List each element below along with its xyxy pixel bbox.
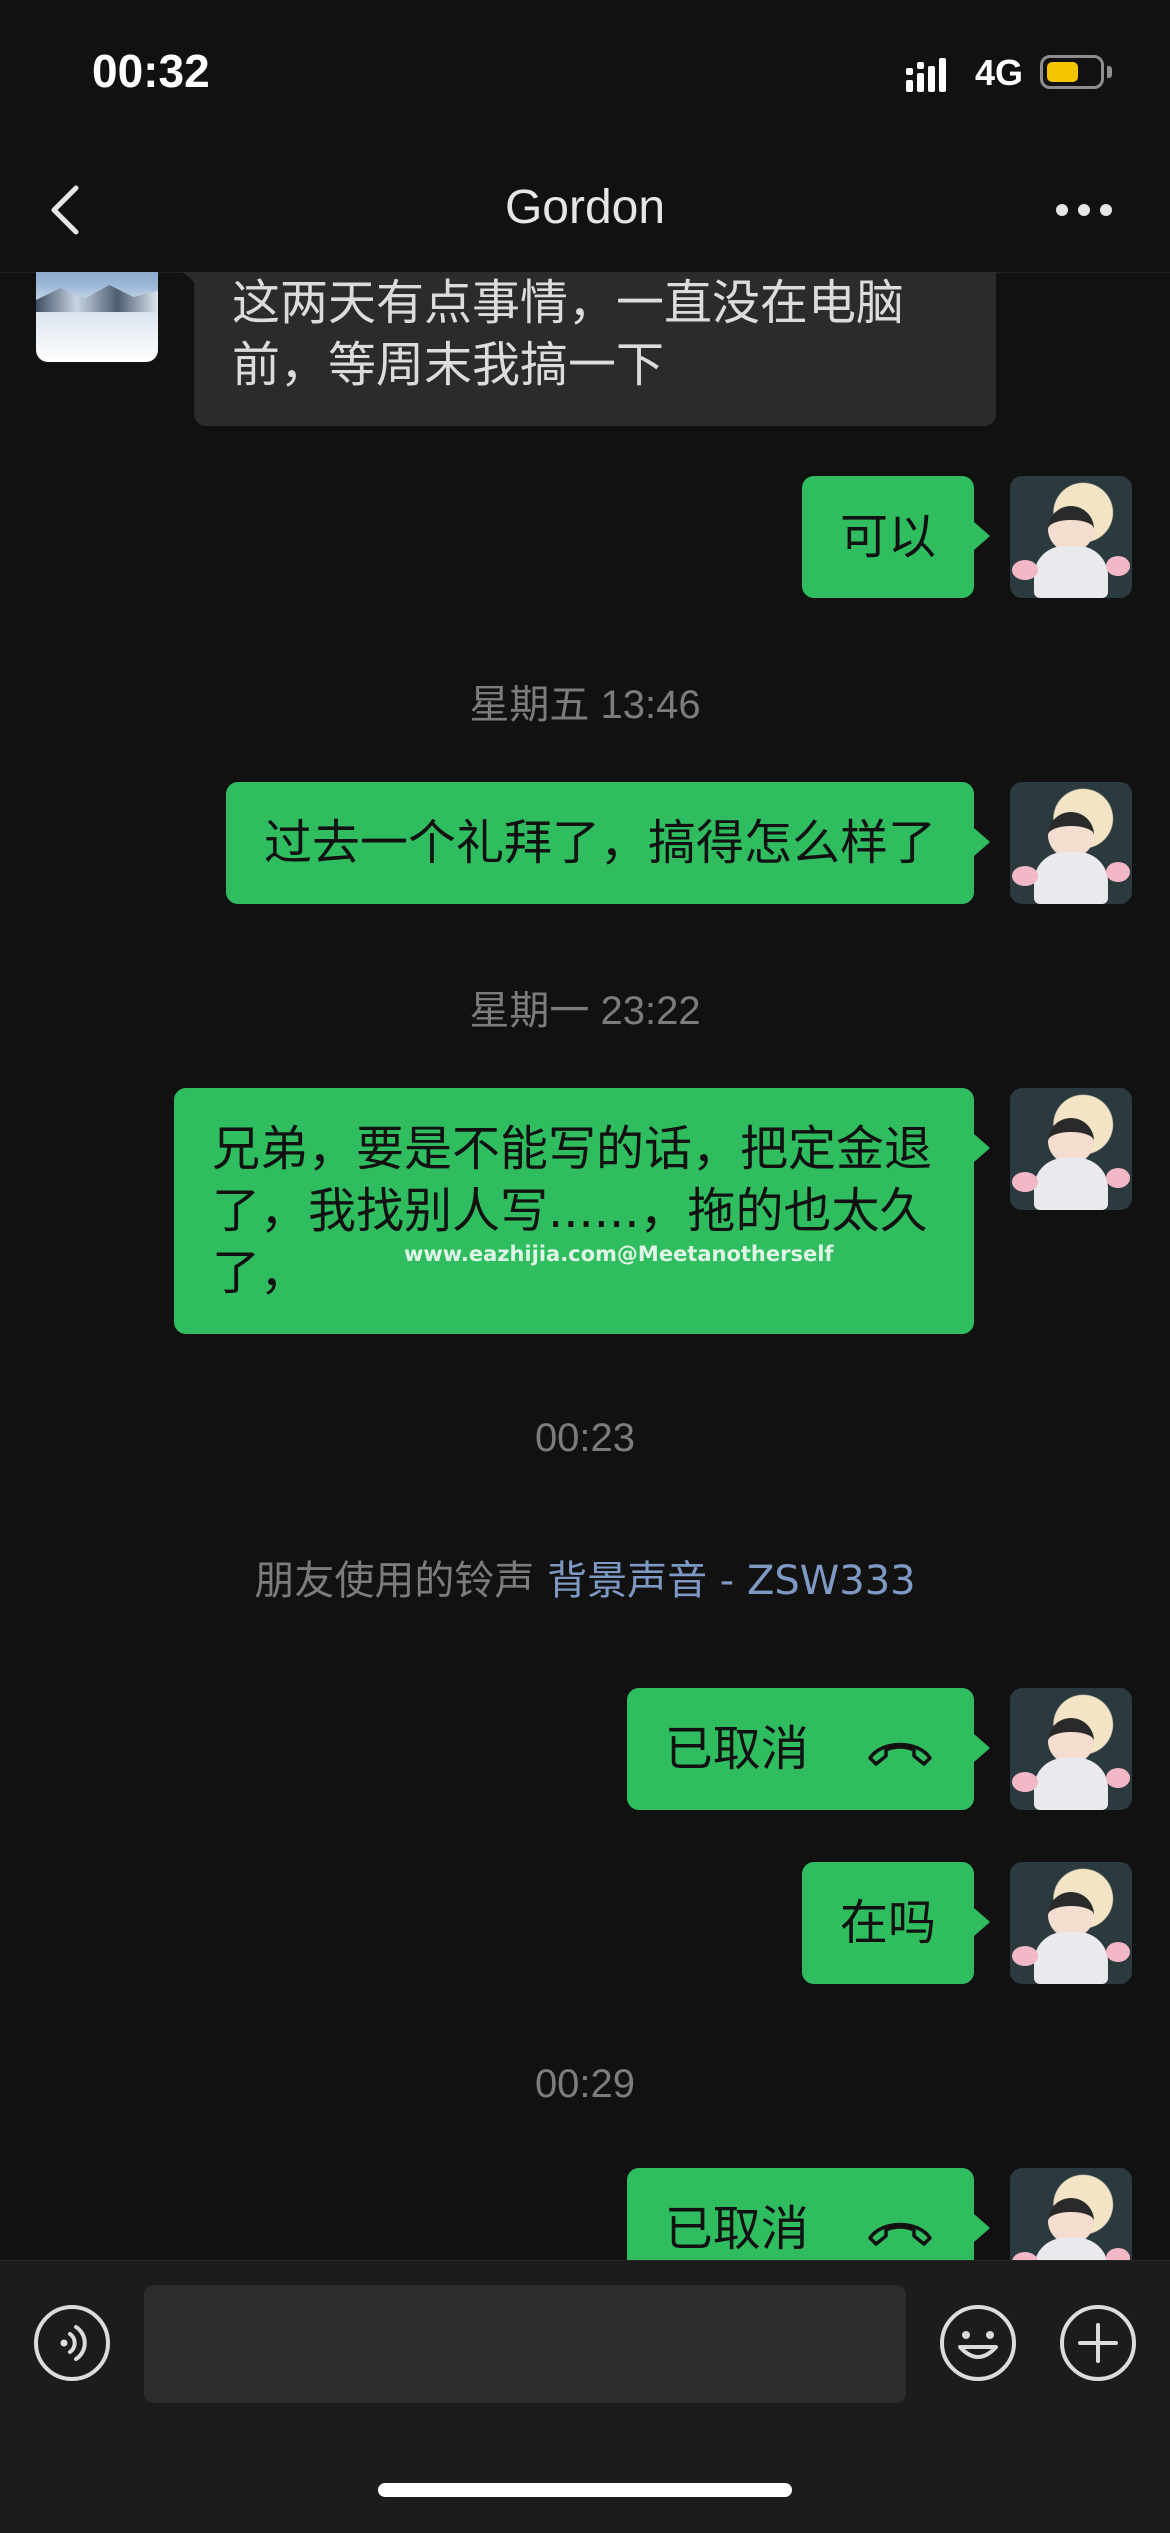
my-avatar[interactable] <box>1010 1862 1132 1984</box>
status-time: 00:32 <box>92 45 210 97</box>
message-text: 这两天有点事情，一直没在电脑前，等周末我搞一下 <box>232 275 905 393</box>
input-bar <box>0 2260 1170 2533</box>
battery-fill <box>1047 62 1078 82</box>
my-avatar[interactable] <box>1010 782 1132 904</box>
chat-title: Gordon <box>504 181 666 234</box>
my-avatar[interactable] <box>1010 2168 1132 2260</box>
chat-area[interactable]: 这两天有点事情，一直没在电脑前，等周末我搞一下 可以 星期五 13:46 过去一… <box>0 272 1170 2260</box>
network-label: 4G <box>975 52 1024 93</box>
watermark-text: www.eazhijia.com@Meetanotherself <box>404 1242 834 1266</box>
battery-cap <box>1107 66 1112 78</box>
friend-avatar[interactable] <box>36 272 158 362</box>
timestamp: 星期五 13:46 <box>469 683 701 727</box>
timestamp: 星期一 23:22 <box>469 989 701 1033</box>
message-bubble-me[interactable]: 在吗 <box>801 1862 991 1984</box>
message-text: 兄弟，要是不能写的话，把定金退了，我找别人写......，拖的也太久了， <box>212 1121 933 1301</box>
phone-hangup-icon <box>868 1742 932 1766</box>
more-horizontal-icon[interactable] <box>1052 190 1116 230</box>
my-avatar[interactable] <box>1010 1088 1132 1210</box>
status-bar: 00:32 4G <box>0 0 1170 150</box>
my-avatar[interactable] <box>1010 1688 1132 1810</box>
ringtone-link[interactable]: 背景声音 - ZSW333 <box>547 1558 916 1604</box>
message-text: 在吗 <box>839 1895 936 1951</box>
call-bubble-me[interactable]: 已取消 <box>626 2168 991 2260</box>
call-status-text: 已取消 <box>664 1721 809 1777</box>
call-status-text: 已取消 <box>664 2201 809 2257</box>
message-input[interactable] <box>144 2285 906 2403</box>
ringtone-note-prefix: 朋友使用的铃声 <box>254 1558 535 1604</box>
message-bubble-friend[interactable]: 这两天有点事情，一直没在电脑前，等周末我搞一下 <box>178 272 996 426</box>
ringtone-note: 朋友使用的铃声 背景声音 - ZSW333 <box>0 1548 1170 1606</box>
message-text: 可以 <box>839 509 936 565</box>
phone-hangup-icon <box>868 2222 932 2246</box>
home-indicator <box>378 2483 792 2497</box>
emoji-icon[interactable] <box>938 2303 1018 2383</box>
battery-icon <box>1040 55 1104 89</box>
nav-bar: Gordon <box>0 150 1170 273</box>
voice-icon[interactable] <box>32 2303 112 2383</box>
message-bubble-me[interactable]: 兄弟，要是不能写的话，把定金退了，我找别人写......，拖的也太久了， www… <box>174 1088 990 1334</box>
signal-icon <box>906 58 946 92</box>
my-avatar[interactable] <box>1010 476 1132 598</box>
message-text: 过去一个礼拜了，搞得怎么样了 <box>263 815 936 871</box>
timestamp: 00:23 <box>534 1416 636 1460</box>
message-bubble-me[interactable]: 可以 <box>801 476 991 598</box>
timestamp: 00:29 <box>534 2062 636 2106</box>
message-bubble-me[interactable]: 过去一个礼拜了，搞得怎么样了 <box>225 782 991 904</box>
call-bubble-me[interactable]: 已取消 <box>626 1688 991 1810</box>
plus-icon[interactable] <box>1058 2303 1138 2383</box>
